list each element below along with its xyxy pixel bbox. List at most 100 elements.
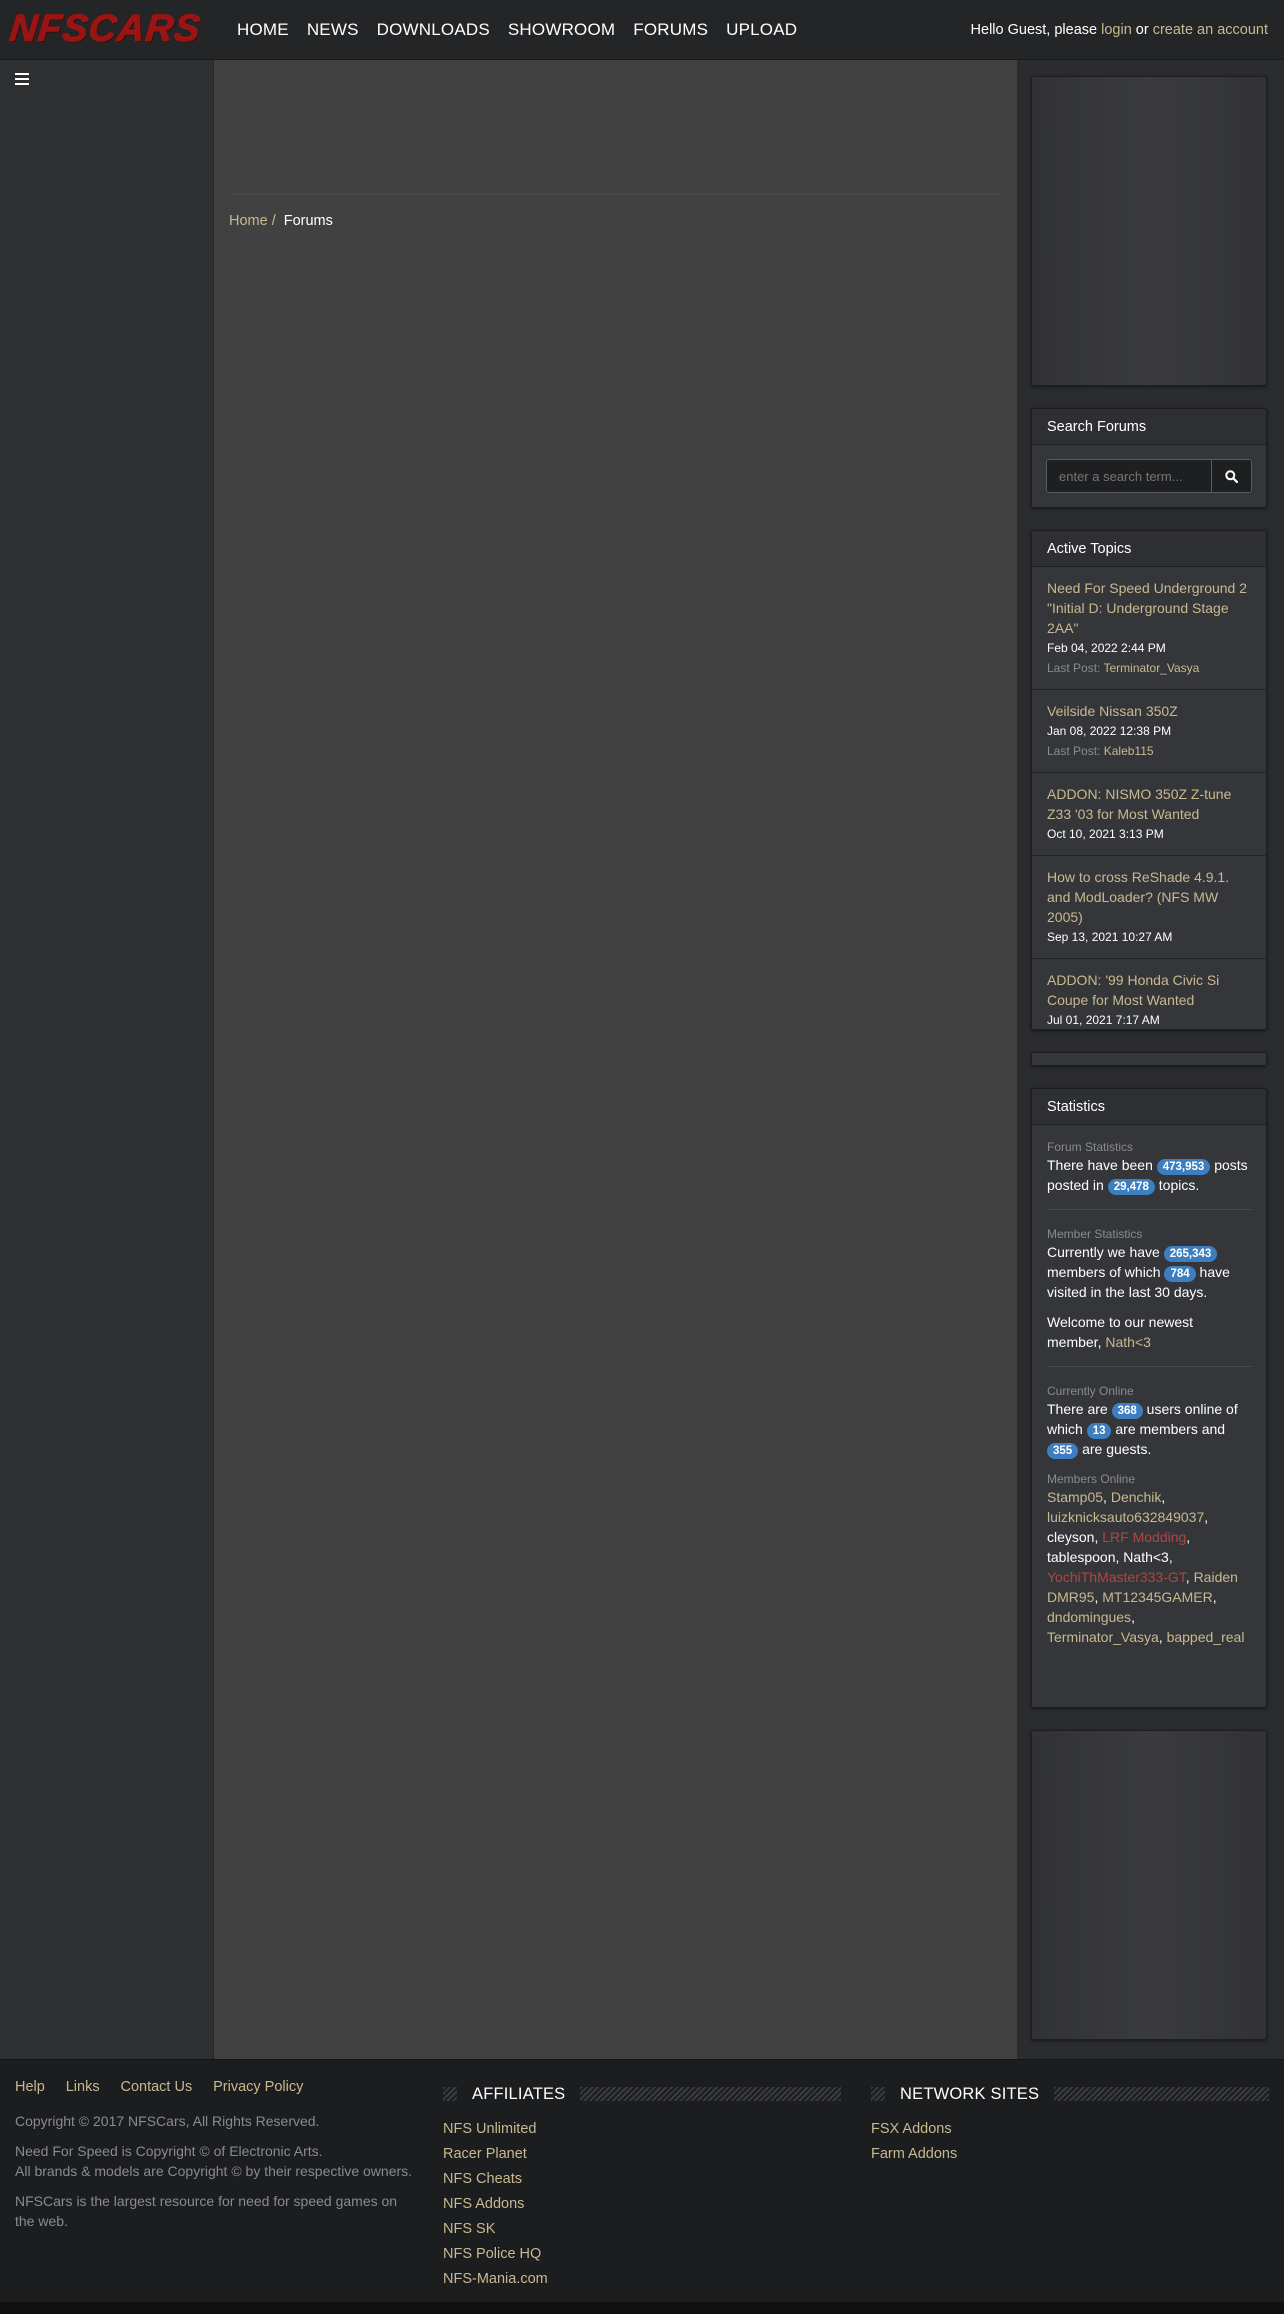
main-content: Home / Forums [214,60,1017,2059]
member-statistics-label: Member Statistics [1047,1227,1143,1241]
footer-copyright: Copyright © 2017 NFSCars, All Rights Res… [15,2113,320,2129]
affiliate-link[interactable]: NFS Unlimited [443,2117,841,2142]
footer: Help Links Contact Us Privacy Policy Cop… [0,2059,1284,2302]
online-member-link[interactable]: Stamp05 [1047,1489,1103,1505]
footer-link-privacy[interactable]: Privacy Policy [213,2079,303,2095]
online-member-link[interactable]: cleyson [1047,1529,1094,1545]
topic-item: Veilside Nissan 350Z Jan 08, 2022 12:38 … [1032,690,1266,773]
online-member-link[interactable]: MT12345GAMER [1102,1589,1212,1605]
statistics-title: Statistics [1032,1089,1266,1125]
content-divider [228,194,1003,195]
footer-link-links[interactable]: Links [66,2079,100,2095]
topic-title[interactable]: Need For Speed Underground 2 "Initial D:… [1047,578,1251,638]
topic-date: Feb 04, 2022 2:44 PM [1047,641,1166,655]
topic-item: ADDON: NISMO 350Z Z-tune Z33 '03 for Mos… [1032,773,1266,856]
create-account-link[interactable]: create an account [1153,22,1268,38]
footer-legal: Need For Speed is Copyright © of Electro… [15,2143,413,2179]
topic-title[interactable]: Veilside Nissan 350Z [1047,701,1251,721]
right-sidebar: Search Forums Active Topics Need For Spe… [1017,60,1284,2059]
guest-or: or [1131,22,1153,38]
statistics-panel: Statistics Forum Statistics There have b… [1031,1088,1267,1708]
online-member-link[interactable]: bapped_real [1167,1629,1245,1645]
empty-panel [1031,1052,1267,1066]
topic-last-post: Last Post: Terminator_Vasya [1047,661,1200,675]
topic-item: ADDON: '99 Honda Civic Si Coupe for Most… [1032,959,1266,1041]
topic-last-post: Last Post: Kaleb115 [1047,744,1154,758]
online-member-link[interactable]: tablespoon [1047,1549,1116,1565]
network-site-link[interactable]: Farm Addons [871,2142,1269,2167]
active-topics-title: Active Topics [1032,531,1266,567]
affiliates-title: AFFILIATES [472,2084,566,2103]
topic-title[interactable]: How to cross ReShade 4.9.1. and ModLoade… [1047,867,1251,927]
members-online-list: Stamp05, Denchik, luizknicksauto63284903… [1047,1489,1245,1645]
nav-showroom[interactable]: SHOWROOM [508,20,615,40]
footer-network-sites: NETWORK SITES FSX Addons Farm Addons [871,2084,1269,2167]
members-count-badge: 265,343 [1163,1246,1218,1262]
search-icon [1225,469,1238,483]
online-member-link[interactable]: dndomingues [1047,1609,1131,1625]
network-sites-title: NETWORK SITES [900,2084,1040,2103]
footer-link-help[interactable]: Help [15,2079,45,2095]
nav-forums[interactable]: FORUMS [633,20,708,40]
affiliate-link[interactable]: NFS Police HQ [443,2242,841,2267]
search-forums-title: Search Forums [1032,409,1266,445]
members-online-label: Members Online [1047,1472,1136,1486]
online-member-link[interactable]: Denchik [1111,1489,1162,1505]
guest-prefix: Hello Guest, please [970,22,1102,38]
footer-links: Help Links Contact Us Privacy Policy [15,2078,415,2095]
ad-panel-top [1031,76,1267,386]
topic-date: Jul 01, 2021 7:17 AM [1047,1013,1160,1027]
online-member-link[interactable]: Terminator_Vasya [1047,1629,1159,1645]
login-link[interactable]: login [1101,22,1132,38]
search-forums-panel: Search Forums [1031,408,1267,508]
topic-date: Oct 10, 2021 3:13 PM [1047,827,1164,841]
topic-date: Jan 08, 2022 12:38 PM [1047,724,1172,738]
newest-member-link[interactable]: Nath<3 [1105,1334,1151,1350]
affiliate-link[interactable]: Racer Planet [443,2142,841,2167]
footer-affiliates: AFFILIATES NFS Unlimited Racer Planet NFS … [443,2084,841,2292]
last-post-user[interactable]: Kaleb115 [1104,744,1154,758]
posts-count-badge: 473,953 [1156,1159,1211,1175]
guest-greeting: Hello Guest, please login or create an a… [971,0,1268,60]
search-button[interactable] [1212,459,1252,493]
main-nav: HOME NEWS DOWNLOADS SHOWROOM FORUMS UPLO… [228,0,806,60]
currently-online-text: There are 368 users online of which 13 a… [1047,1401,1238,1459]
newest-member-text: Welcome to our newest member, Nath<3 [1047,1314,1194,1350]
breadcrumb-home[interactable]: Home [229,213,268,229]
active-members-badge: 784 [1164,1266,1196,1282]
breadcrumb-current: Forums [283,213,333,229]
hamburger-menu-icon[interactable] [15,73,29,85]
topic-title[interactable]: ADDON: NISMO 350Z Z-tune Z33 '03 for Mos… [1047,784,1251,824]
online-member-link[interactable]: luizknicksauto632849037 [1047,1509,1204,1525]
topic-title[interactable]: ADDON: '99 Honda Civic Si Coupe for Most… [1047,970,1251,1010]
active-topics-panel: Active Topics Need For Speed Underground… [1031,530,1267,1030]
left-sidebar [0,60,214,2059]
bottom-strip [0,2302,1284,2314]
breadcrumb: Home / Forums [229,213,333,229]
topics-count-badge: 29,478 [1107,1179,1155,1195]
affiliate-link[interactable]: NFS SK [443,2217,841,2242]
member-statistics-text: Currently we have 265,343 members of whi… [1047,1244,1230,1300]
topic-item: How to cross ReShade 4.9.1. and ModLoade… [1032,856,1266,959]
nav-home[interactable]: HOME [237,20,289,40]
affiliate-link[interactable]: NFS Addons [443,2192,841,2217]
nav-downloads[interactable]: DOWNLOADS [377,20,490,40]
nav-news[interactable]: NEWS [307,20,359,40]
last-post-user[interactable]: Terminator_Vasya [1104,661,1200,675]
footer-link-contact[interactable]: Contact Us [120,2079,192,2095]
online-count-badge: 368 [1111,1403,1143,1419]
online-member-link[interactable]: Nath<3 [1123,1549,1169,1565]
affiliate-link[interactable]: NFS Cheats [443,2167,841,2192]
top-navbar: NFSCARS HOME NEWS DOWNLOADS SHOWROOM FOR… [0,0,1284,60]
search-input[interactable] [1046,459,1212,493]
footer-about: NFSCars is the largest resource for need… [15,2193,398,2229]
online-member-link[interactable]: YochiThMaster333-GT [1047,1569,1186,1585]
ad-panel-bottom [1031,1730,1267,2040]
online-guests-badge: 355 [1047,1443,1079,1459]
affiliate-link[interactable]: NFS-Mania.com [443,2267,841,2292]
nav-upload[interactable]: UPLOAD [726,20,797,40]
network-site-link[interactable]: FSX Addons [871,2117,1269,2142]
online-member-link[interactable]: LRF Modding [1102,1529,1186,1545]
site-logo[interactable]: NFSCARS [8,4,205,54]
breadcrumb-separator: / [271,213,276,229]
